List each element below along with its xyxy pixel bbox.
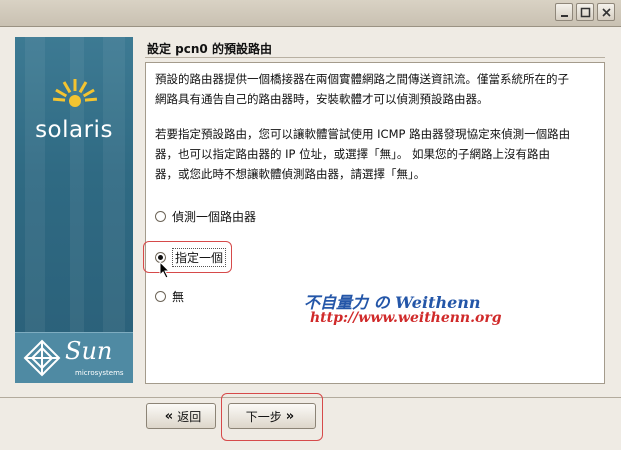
radio-option-detect[interactable]: 偵測一個路由器 [155,207,256,225]
paragraph-line: 預設的路由器提供一個橋接器在兩個實體網路之間傳送資訊流。僅當系統所在的子 [155,72,569,86]
paragraph-line: 器，或您此時不想讓軟體偵測路由器，請選擇「無」。 [155,167,426,181]
radio-option-none[interactable]: 無 [155,287,184,305]
minimize-icon[interactable] [555,3,573,21]
solaris-sidebar: solaris Sun microsystems [15,37,133,383]
sun-logo-text: Sun [65,337,113,365]
chevron-left-icon: « [164,408,174,424]
radio-label: 無 [172,289,185,304]
page-header: 設定 pcn0 的預設路由 [145,37,605,58]
paragraph-line: 若要指定預設路由，您可以讓軟體嘗試使用 ICMP 路由器發現協定來偵測一個路由 [155,127,571,141]
watermark-url: http://www.weithenn.org [310,310,502,326]
solaris-logo-text: solaris [35,117,113,143]
content-panel: 預設的路由器提供一個橋接器在兩個實體網路之間傳送資訊流。僅當系統所在的子 網路具… [143,62,605,384]
sun-logo: Sun microsystems [15,332,133,383]
maximize-icon[interactable] [576,3,594,21]
back-button-label: 返回 [177,409,202,424]
back-button[interactable]: « 返回 [146,403,216,429]
microsystems-text: microsystems [75,369,124,377]
annotation-highlight [221,393,323,441]
description-paragraph-1: 預設的路由器提供一個橋接器在兩個實體網路之間傳送資訊流。僅當系統所在的子 網路具… [155,69,595,109]
paragraph-line: 器，也可以指定路由器的 IP 位址，或選擇「無」。 如果您的子網路上沒有路由 [155,147,551,161]
solaris-sun-icon [52,79,98,107]
close-icon[interactable] [597,3,615,21]
title-bar [0,0,621,27]
annotation-highlight [143,241,232,273]
mouse-cursor-icon [159,261,171,279]
radio-button[interactable] [155,210,166,222]
radio-label: 偵測一個路由器 [172,209,257,224]
sun-diamond-icon [23,339,61,377]
radio-button[interactable] [155,290,166,302]
page-title: 設定 pcn0 的預設路由 [147,42,272,56]
paragraph-line: 網路具有通告自己的路由器時，安裝軟體才可以偵測預設路由器。 [155,92,489,106]
description-paragraph-2: 若要指定預設路由，您可以讓軟體嘗試使用 ICMP 路由器發現協定來偵測一個路由 … [155,124,595,184]
